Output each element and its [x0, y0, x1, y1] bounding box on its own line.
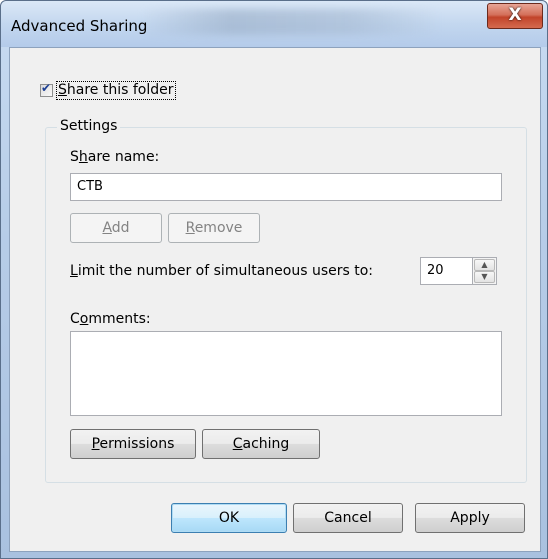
window-title: Advanced Sharing	[11, 17, 148, 35]
share-name-label-after: are name:	[87, 149, 160, 165]
remove-button-mnemonic: R	[185, 220, 195, 236]
comments-label: Comments:	[70, 311, 151, 327]
share-folder-label[interactable]: Share this folder	[56, 81, 176, 100]
chevron-up-icon: ▲	[481, 260, 488, 269]
cancel-button[interactable]: Cancel	[293, 503, 403, 533]
comments-label-rest: mments:	[88, 311, 151, 327]
close-button[interactable]: X	[487, 3, 543, 29]
apply-button[interactable]: Apply	[415, 503, 525, 533]
title-bar-background-blur	[141, 9, 441, 35]
comments-textarea[interactable]	[70, 331, 502, 416]
settings-legend: Settings	[57, 118, 121, 134]
remove-button-rest: emove	[194, 220, 243, 236]
caching-button-rest: aching	[242, 436, 290, 452]
add-button-rest: dd	[111, 220, 130, 236]
stepper-up-button[interactable]: ▲	[474, 259, 495, 271]
share-name-label: Share name:	[70, 149, 159, 165]
share-folder-row[interactable]: ✔ Share this folder	[40, 81, 176, 100]
share-folder-checkbox[interactable]: ✔	[40, 81, 53, 97]
permissions-button-mnemonic: P	[91, 436, 100, 452]
close-icon: X	[508, 5, 522, 25]
permissions-button-rest: ermissions	[99, 436, 175, 452]
add-button[interactable]: Add	[70, 213, 162, 243]
limit-users-label: Limit the number of simultaneous users t…	[70, 263, 373, 279]
add-button-mnemonic: A	[102, 220, 112, 236]
checkmark-icon: ✔	[41, 81, 52, 95]
limit-users-label-mnemonic: L	[70, 263, 78, 279]
comments-label-first: C	[70, 311, 80, 327]
user-limit-input[interactable]: 20	[420, 257, 474, 285]
share-name-label-mnemonic: h	[78, 149, 88, 165]
caching-button[interactable]: Caching	[202, 429, 320, 459]
stepper-down-button[interactable]: ▼	[474, 271, 495, 283]
title-bar[interactable]: Advanced Sharing X	[1, 1, 547, 47]
share-name-label-before: S	[70, 149, 79, 165]
remove-button[interactable]: Remove	[168, 213, 260, 243]
share-folder-label-rest: hare this folder	[66, 82, 174, 98]
ok-button[interactable]: OK	[171, 503, 287, 533]
advanced-sharing-dialog: Advanced Sharing X ✔ Share this folder S…	[0, 0, 548, 559]
user-limit-stepper[interactable]: ▲ ▼	[472, 257, 497, 285]
limit-users-label-rest: imit the number of simultaneous users to…	[77, 263, 374, 279]
chevron-down-icon: ▼	[481, 272, 488, 281]
share-folder-label-mnemonic: S	[58, 82, 67, 98]
share-name-input[interactable]: CTB	[70, 173, 502, 201]
permissions-button[interactable]: Permissions	[70, 429, 196, 459]
